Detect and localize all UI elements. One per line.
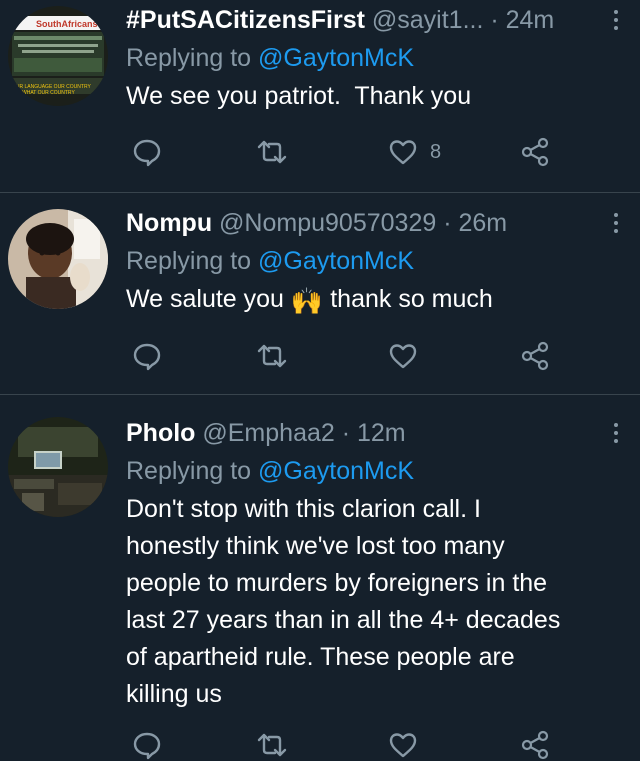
tweet-actions	[126, 725, 626, 761]
tweet-text-before: We salute you	[126, 285, 291, 313]
share-icon	[521, 730, 549, 760]
like-button[interactable]: 8	[388, 132, 441, 172]
avatar[interactable]	[8, 209, 108, 309]
tweet[interactable]: Pholo @Emphaa2 · 12m Replying to @Gayton…	[0, 395, 640, 761]
like-button[interactable]	[388, 725, 430, 761]
share-icon	[521, 137, 549, 167]
reply-button[interactable]	[132, 336, 162, 376]
tweet-header: #PutSACitizensFirst @sayit1... · 24m	[126, 2, 622, 38]
tweet-content: Nompu @Nompu90570329 · 26m Replying to @…	[126, 205, 622, 318]
tweet[interactable]: SouthAfricans OUR LANGUAGE OUR COUNTRY W…	[0, 0, 640, 193]
mention-link[interactable]: @GaytonMcK	[258, 44, 414, 72]
more-icon[interactable]	[610, 10, 622, 34]
retweet-button[interactable]	[256, 132, 288, 172]
replying-to: Replying to @GaytonMcK	[126, 38, 622, 78]
share-icon	[521, 341, 549, 371]
like-button[interactable]	[388, 336, 430, 376]
reply-button[interactable]	[132, 725, 162, 761]
share-button[interactable]	[520, 132, 550, 172]
tweet-content: #PutSACitizensFirst @sayit1... · 24m Rep…	[126, 2, 622, 115]
reply-icon	[133, 139, 161, 167]
avatar-bottom-text-2: WHAT OUR COUNTRY	[22, 90, 75, 96]
like-icon	[389, 344, 417, 369]
retweet-button[interactable]	[256, 725, 288, 761]
tweet[interactable]: Nompu @Nompu90570329 · 26m Replying to @…	[0, 193, 640, 395]
mention-link[interactable]: @GaytonMcK	[258, 457, 414, 485]
mention-link[interactable]: @GaytonMcK	[258, 247, 414, 275]
tweet-content: Pholo @Emphaa2 · 12m Replying to @Gayton…	[126, 415, 622, 713]
display-name[interactable]: #PutSACitizensFirst	[126, 6, 365, 34]
reply-icon	[133, 732, 161, 760]
like-count: 8	[430, 140, 442, 163]
tweet-actions: 8	[126, 132, 626, 172]
replying-to: Replying to @GaytonMcK	[126, 451, 622, 491]
tweet-text: We salute you 🙌 thank so much	[126, 281, 622, 318]
share-button[interactable]	[520, 725, 550, 761]
tweet-text-after: thank so much	[323, 285, 493, 313]
like-icon	[389, 733, 417, 758]
avatar[interactable]: SouthAfricans OUR LANGUAGE OUR COUNTRY W…	[8, 6, 108, 106]
tweet-text: We see you patriot. Thank you	[126, 82, 472, 110]
display-name[interactable]: Pholo	[126, 419, 195, 447]
more-icon[interactable]	[610, 423, 622, 447]
replying-to: Replying to @GaytonMcK	[126, 241, 622, 281]
retweet-icon	[257, 733, 287, 757]
avatar-top-text: SouthAfricans	[36, 19, 98, 29]
retweet-icon	[257, 344, 287, 368]
like-icon	[389, 140, 417, 165]
display-name[interactable]: Nompu	[126, 209, 212, 237]
tweet-header: Pholo @Emphaa2 · 12m	[126, 415, 622, 451]
retweet-icon	[257, 140, 287, 164]
reply-icon	[133, 343, 161, 371]
reply-button[interactable]	[132, 132, 162, 172]
tweet-actions	[126, 336, 626, 376]
replying-label: Replying to	[126, 44, 259, 72]
replying-label: Replying to	[126, 247, 259, 275]
raised-hands-emoji: 🙌	[290, 286, 324, 316]
handle-and-time: @Nompu90570329 · 26m	[212, 209, 508, 237]
replying-label: Replying to	[126, 457, 259, 485]
tweet-text: Don't stop with this clarion call. I hon…	[126, 495, 561, 708]
share-button[interactable]	[520, 336, 550, 376]
tweet-header: Nompu @Nompu90570329 · 26m	[126, 205, 622, 241]
handle-and-time: @Emphaa2 · 12m	[195, 419, 406, 447]
avatar[interactable]	[8, 417, 108, 517]
more-icon[interactable]	[610, 213, 622, 237]
handle-and-time: @sayit1... · 24m	[364, 6, 555, 34]
retweet-button[interactable]	[256, 336, 288, 376]
